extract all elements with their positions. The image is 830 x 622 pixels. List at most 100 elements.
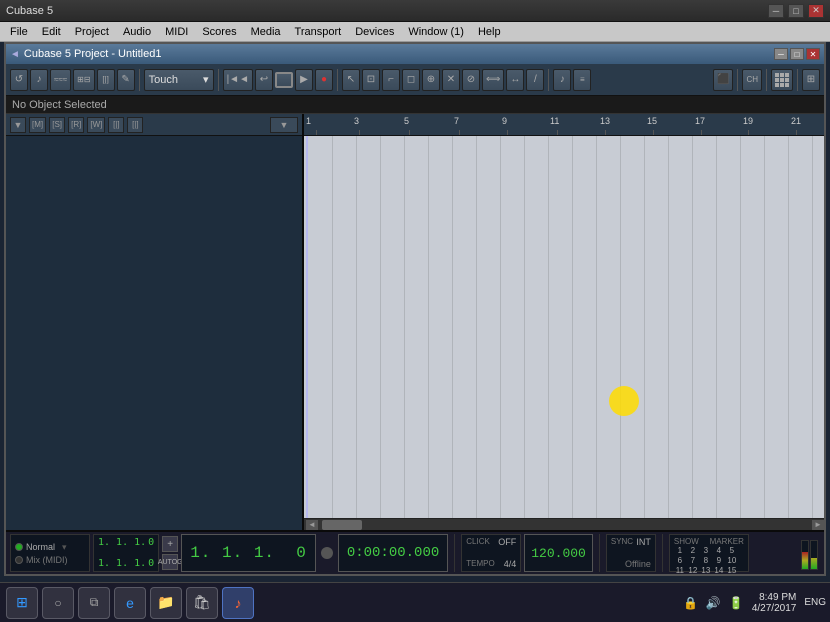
track-header-btn-2[interactable]: [M]: [29, 117, 46, 133]
toolbar-select-btn[interactable]: ↖: [342, 69, 360, 91]
toolbar-snap-btn[interactable]: ⊞⊟: [73, 69, 94, 91]
project-max-btn[interactable]: □: [790, 48, 804, 60]
arrange-area[interactable]: 1 3 5 7 9 11 13 15 17 19 21: [304, 114, 824, 530]
meter-left: [801, 540, 809, 570]
scroll-left-btn[interactable]: ◄: [306, 520, 318, 530]
toolbar-pencil-btn[interactable]: ✎: [117, 69, 135, 91]
pos-bars-2: 1. 1. 1.: [98, 558, 146, 569]
minimize-btn[interactable]: ─: [768, 4, 784, 18]
edge-button[interactable]: e: [114, 587, 146, 619]
toolbar-glue-btn[interactable]: ⟺: [482, 69, 504, 91]
arrange-tracks[interactable]: [304, 136, 824, 518]
toolbar-speaker2-btn[interactable]: ♪: [553, 69, 571, 91]
scroll-right-btn[interactable]: ►: [812, 520, 824, 530]
toolbar-square-btn[interactable]: [275, 72, 293, 88]
scroll-thumb[interactable]: [322, 520, 362, 530]
toolbar-mute-btn[interactable]: ✕: [442, 69, 460, 91]
meter-right: [810, 540, 818, 570]
menu-window[interactable]: Window (1): [402, 25, 470, 39]
ruler-mark-5: 5: [404, 116, 409, 126]
maximize-btn[interactable]: □: [788, 4, 804, 18]
toolbar-play-btn[interactable]: ▶: [295, 69, 313, 91]
autog-btn[interactable]: AUTOG: [162, 554, 178, 570]
grid-line-v-8: [500, 136, 501, 518]
menu-devices[interactable]: Devices: [349, 25, 400, 39]
toolbar-zoom-btn[interactable]: ⊕: [422, 69, 440, 91]
track-header-btn-6[interactable]: [|]: [108, 117, 124, 133]
edge-icon: e: [126, 595, 134, 611]
ruler-line-1: [316, 130, 317, 135]
timecode-display: 0:00:00.000: [338, 534, 448, 572]
mg-15: 15: [726, 566, 738, 575]
track-header-btn-1[interactable]: ▼: [10, 117, 26, 133]
menu-project[interactable]: Project: [69, 25, 115, 39]
track-header-btn-5[interactable]: [W]: [87, 117, 105, 133]
cursor-circle: [609, 386, 639, 416]
volume-icon: 🔊: [706, 596, 721, 610]
os-title: Cubase 5: [6, 5, 53, 17]
toolbar-eq-btn[interactable]: ≡: [573, 69, 591, 91]
toolbar-split-btn[interactable]: ⊘: [462, 69, 480, 91]
menu-midi[interactable]: MIDI: [159, 25, 194, 39]
grid-line-v-17: [716, 136, 717, 518]
ruler-line-13: [605, 130, 606, 135]
date-display: 4/27/2017: [752, 603, 797, 614]
close-btn[interactable]: ✕: [808, 4, 824, 18]
toolbar-color-btn[interactable]: ⬛: [713, 69, 733, 91]
pos-bars-1: 1. 1. 1.: [98, 537, 146, 548]
ruler-mark-13: 13: [600, 116, 610, 126]
toolbar-grid-type-btn[interactable]: [|]: [97, 69, 115, 91]
playhead: [306, 136, 308, 518]
sync-offline: Offline: [625, 559, 651, 569]
menu-file[interactable]: File: [4, 25, 34, 39]
plus-btn[interactable]: +: [162, 536, 178, 552]
track-header-btn-8[interactable]: ▼: [270, 117, 298, 133]
store-button[interactable]: 🛍: [186, 587, 218, 619]
taskview-button[interactable]: ⧉: [78, 587, 110, 619]
toolbar-grid-icon[interactable]: [771, 69, 793, 91]
menu-bar: File Edit Project Audio MIDI Scores Medi…: [0, 22, 830, 42]
sync-section: SYNC INT Offline: [606, 534, 656, 572]
horizontal-scrollbar[interactable]: ◄ ►: [304, 518, 824, 530]
menu-audio[interactable]: Audio: [117, 25, 157, 39]
menu-media[interactable]: Media: [245, 25, 287, 39]
track-header-btn-7[interactable]: [|]: [127, 117, 143, 133]
search-button[interactable]: ○: [42, 587, 74, 619]
ruler-mark-1: 1: [306, 116, 311, 126]
ruler-line-3: [359, 130, 360, 135]
cubase-taskbar-button[interactable]: ♪: [222, 587, 254, 619]
track-header-btn-4[interactable]: [R]: [68, 117, 84, 133]
menu-help[interactable]: Help: [472, 25, 507, 39]
toolbar-prev-btn[interactable]: ↩: [255, 69, 273, 91]
toolbar-speaker-btn[interactable]: ♪: [30, 69, 48, 91]
start-button[interactable]: ⊞: [6, 587, 38, 619]
toolbar-scrub-btn[interactable]: ↔: [506, 69, 524, 91]
toolbar-draw-btn[interactable]: ⌐: [382, 69, 400, 91]
touch-dropdown[interactable]: Touch ▾: [144, 69, 214, 91]
track-header-btn-3[interactable]: [S]: [49, 117, 65, 133]
status-bar: No Object Selected: [6, 96, 824, 114]
folder-button[interactable]: 📁: [150, 587, 182, 619]
toolbar-line-btn[interactable]: /: [526, 69, 544, 91]
ruler-line-7: [459, 130, 460, 135]
ruler-line-21: [796, 130, 797, 135]
toolbar-loop-btn[interactable]: ↺: [10, 69, 28, 91]
toolbar-grid2-icon[interactable]: ⊞: [802, 69, 820, 91]
toolbar-erase-btn[interactable]: ◻: [402, 69, 420, 91]
toolbar-sep-1: [139, 69, 140, 91]
menu-transport[interactable]: Transport: [289, 25, 348, 39]
main-area: ▼ [M] [S] [R] [W] [|] [|] ▼ 1 3: [6, 114, 824, 530]
toolbar-record-btn[interactable]: ●: [315, 69, 333, 91]
project-min-btn[interactable]: ─: [774, 48, 788, 60]
toolbar-channel-btn[interactable]: CH: [742, 69, 762, 91]
project-close-btn[interactable]: ✕: [806, 48, 820, 60]
mix-label: Mix (MIDI): [26, 555, 68, 565]
status-text: No Object Selected: [12, 99, 107, 111]
toolbar-range-btn[interactable]: ⊡: [362, 69, 380, 91]
mg-14: 14: [713, 566, 725, 575]
toolbar-rewind-btn[interactable]: |◄◄: [223, 69, 253, 91]
menu-edit[interactable]: Edit: [36, 25, 67, 39]
windows-icon: ⊞: [16, 594, 28, 611]
toolbar-wave-btn[interactable]: ≈≈≈: [50, 69, 71, 91]
menu-scores[interactable]: Scores: [196, 25, 242, 39]
